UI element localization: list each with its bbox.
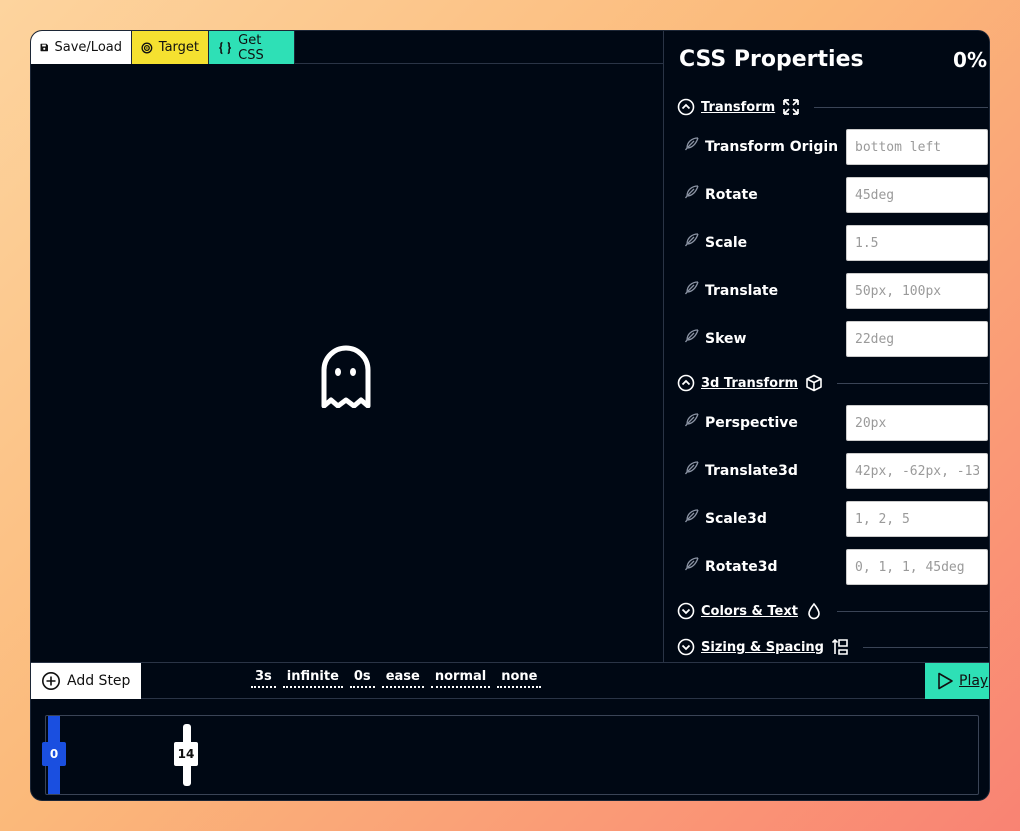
- rotate3d-input[interactable]: [846, 549, 988, 585]
- prop-translate: Translate: [684, 273, 988, 309]
- save-load-button[interactable]: Save/Load: [31, 31, 132, 64]
- section-transform-title[interactable]: Transform: [701, 100, 775, 115]
- feather-icon: [684, 329, 699, 343]
- preview-stage: [31, 64, 663, 662]
- section-divider: [814, 106, 988, 108]
- get-css-label: Get CSS: [238, 32, 264, 63]
- droplet-icon: [808, 602, 820, 620]
- prop-label: Transform Origin: [705, 139, 839, 155]
- play-button[interactable]: Play: [925, 663, 989, 699]
- add-step-button[interactable]: Add Step: [31, 663, 141, 699]
- chevron-up-icon: [677, 374, 695, 392]
- delay-option[interactable]: 0s: [349, 669, 375, 688]
- prop-label: Translate: [705, 283, 779, 299]
- keyframe-timeline[interactable]: 0 14: [42, 715, 979, 795]
- prop-label: Perspective: [705, 415, 798, 431]
- add-step-label: Add Step: [67, 673, 131, 689]
- perspective-input[interactable]: [846, 405, 988, 441]
- feather-icon: [684, 557, 699, 571]
- panel-title: CSS Properties: [679, 47, 864, 72]
- progress-percent: 0%: [953, 47, 987, 72]
- prop-transform-origin: Transform Origin: [684, 129, 988, 165]
- section-sizing-spacing-title[interactable]: Sizing & Spacing: [701, 640, 824, 655]
- chevron-down-icon: [677, 638, 695, 656]
- get-css-button[interactable]: Get CSS: [209, 31, 295, 64]
- play-label: Play: [959, 673, 989, 689]
- scale-input[interactable]: [846, 225, 988, 261]
- save-load-label: Save/Load: [54, 40, 122, 55]
- timing-function-option[interactable]: ease: [381, 669, 424, 688]
- target-icon: [141, 42, 153, 53]
- section-transform[interactable]: Transform: [677, 95, 988, 119]
- section-colors-text[interactable]: Colors & Text: [677, 599, 988, 623]
- section-divider: [862, 646, 988, 648]
- css-properties-panel: CSS Properties 0% Transform Transform Or…: [663, 31, 989, 662]
- direction-option[interactable]: normal: [430, 669, 491, 688]
- prop-label: Scale3d: [705, 511, 767, 527]
- animation-options-bar: Add Step 3s infinite 0s ease normal none…: [31, 662, 989, 699]
- feather-icon: [684, 509, 699, 523]
- feather-icon: [684, 137, 699, 151]
- prop-label: Rotate3d: [705, 559, 778, 575]
- curly-braces-icon: [219, 41, 231, 54]
- chevron-down-icon: [677, 602, 695, 620]
- feather-icon: [684, 461, 699, 475]
- panel-header: CSS Properties 0%: [679, 47, 987, 72]
- scale3d-input[interactable]: [846, 501, 988, 537]
- sizing-icon: [831, 638, 848, 655]
- prop-perspective: Perspective: [684, 405, 988, 441]
- chevron-up-icon: [677, 98, 695, 116]
- prop-skew: Skew: [684, 321, 988, 357]
- section-3d-transform[interactable]: 3d Transform: [677, 371, 988, 395]
- fill-mode-option[interactable]: none: [497, 669, 542, 688]
- section-divider: [836, 610, 988, 612]
- keyframe-marker-0[interactable]: 0: [42, 742, 66, 766]
- prop-label: Scale: [705, 235, 748, 251]
- rotate-input[interactable]: [846, 177, 988, 213]
- animation-options: 3s infinite 0s ease normal none: [251, 669, 542, 688]
- prop-label: Skew: [705, 331, 747, 347]
- feather-icon: [684, 413, 699, 427]
- prop-rotate: Rotate: [684, 177, 988, 213]
- section-3d-transform-title[interactable]: 3d Transform: [701, 376, 798, 391]
- keyframe-marker-14[interactable]: 14: [174, 742, 198, 766]
- iteration-count-option[interactable]: infinite: [282, 669, 343, 688]
- translate3d-input[interactable]: [846, 453, 988, 489]
- target-label: Target: [158, 40, 199, 55]
- section-sizing-spacing[interactable]: Sizing & Spacing: [677, 635, 988, 659]
- section-colors-text-title[interactable]: Colors & Text: [701, 604, 798, 619]
- prop-translate3d: Translate3d: [684, 453, 988, 489]
- cube-icon: [806, 374, 822, 392]
- section-divider: [837, 382, 988, 384]
- prop-scale: Scale: [684, 225, 988, 261]
- prop-label: Translate3d: [705, 463, 798, 479]
- ghost-icon[interactable]: [320, 344, 372, 408]
- floppy-disk-icon: [40, 43, 48, 52]
- skew-input[interactable]: [846, 321, 988, 357]
- prop-rotate3d: Rotate3d: [684, 549, 988, 585]
- target-button[interactable]: Target: [132, 31, 209, 64]
- translate-input[interactable]: [846, 273, 988, 309]
- prop-label: Rotate: [705, 187, 758, 203]
- feather-icon: [684, 185, 699, 199]
- play-icon: [938, 672, 953, 690]
- prop-scale3d: Scale3d: [684, 501, 988, 537]
- expand-arrows-icon: [783, 99, 800, 115]
- feather-icon: [684, 281, 699, 295]
- feather-icon: [684, 233, 699, 247]
- toolbar: Save/Load Target Get CSS: [31, 31, 295, 64]
- transform-origin-input[interactable]: [846, 129, 988, 165]
- app-window: Save/Load Target Get CSS CSS Properties: [30, 30, 990, 801]
- plus-circle-icon: [42, 672, 60, 690]
- duration-option[interactable]: 3s: [251, 669, 276, 688]
